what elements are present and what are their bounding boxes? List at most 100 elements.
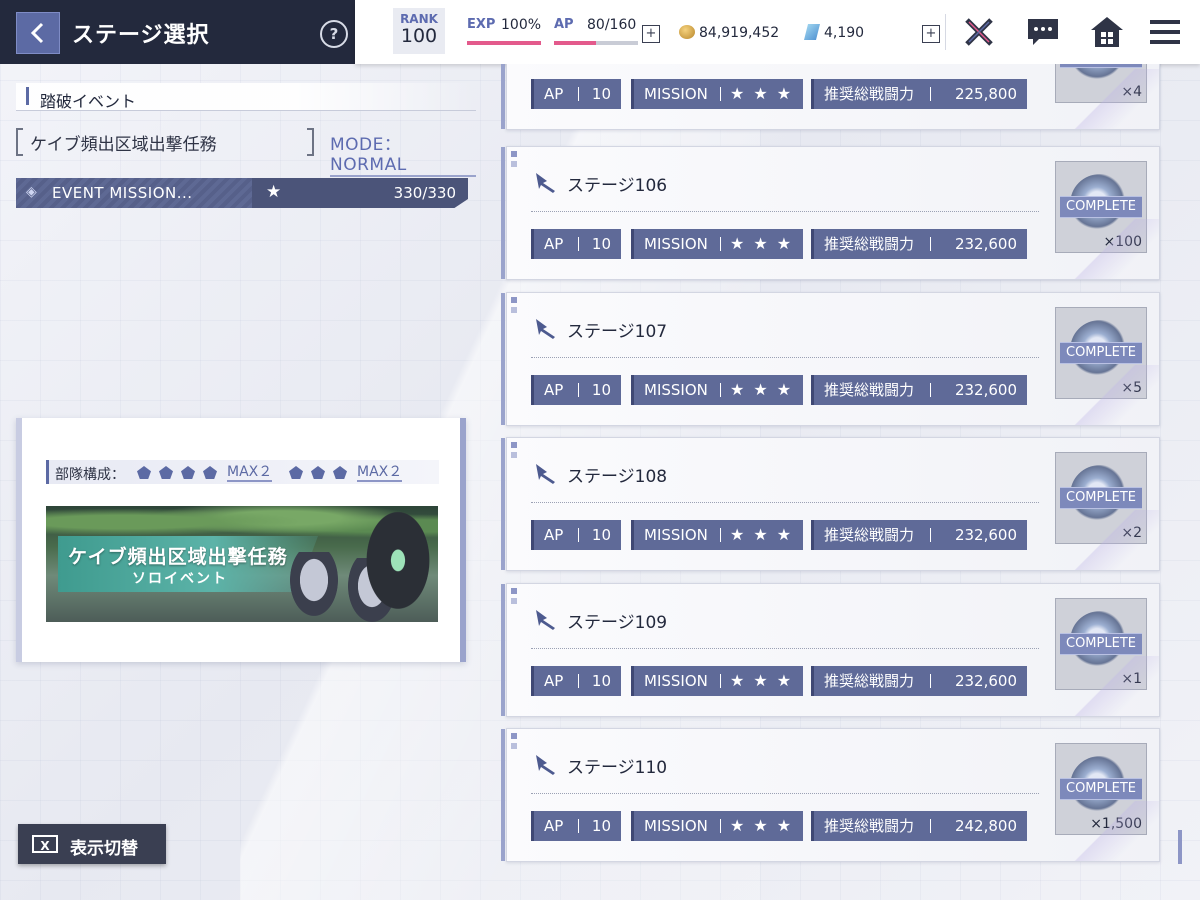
ap-cost: 10	[591, 817, 611, 835]
ap-cost: 10	[591, 526, 611, 544]
banner-title: ケイブ頻出区域出撃任務	[68, 546, 288, 568]
stage-card[interactable]: ステージ107 AP 10 MISSION ★★★ 推奨総戦闘力 232,600…	[501, 292, 1160, 426]
stage-type-icon	[536, 755, 555, 775]
recommended-power: 232,600	[954, 526, 1017, 544]
home-icon[interactable]	[1089, 14, 1125, 50]
stage-type-icon	[536, 610, 555, 630]
ap-cost: 10	[591, 672, 611, 690]
chip-separator	[578, 383, 579, 397]
gem-plus-button[interactable]: +	[922, 25, 940, 43]
ap-label: AP	[554, 17, 574, 32]
chip-separator	[720, 87, 721, 101]
chip-separator	[930, 674, 931, 688]
title-bar: ステージ選択 ?	[0, 0, 390, 64]
chat-icon[interactable]	[1025, 14, 1061, 50]
power-chip: 推奨総戦闘力 232,600	[811, 375, 1027, 405]
reward-count: ×100	[1103, 234, 1142, 250]
creature-illustration	[286, 552, 342, 622]
scrollbar[interactable]	[1178, 830, 1182, 864]
stage-name: ステージ109	[567, 613, 668, 633]
card-decoration	[511, 151, 517, 157]
reward-item[interactable]: COMPLETE ×2	[1055, 452, 1147, 544]
power-chip: 推奨総戦闘力 232,600	[811, 520, 1027, 550]
stage-name: ステージ108	[567, 467, 668, 487]
coin-icon	[679, 25, 695, 39]
coin-count: 84,919,452	[699, 25, 780, 41]
complete-badge: COMPLETE	[1060, 64, 1142, 68]
recommended-power: 232,600	[954, 672, 1017, 690]
complete-badge: COMPLETE	[1060, 196, 1142, 218]
chip-separator	[578, 87, 579, 101]
stage-type-icon	[536, 319, 555, 339]
mission-chip-label: MISSION	[644, 672, 708, 690]
stage-card[interactable]: ステージ109 AP 10 MISSION ★★★ 推奨総戦闘力 232,600…	[501, 583, 1160, 717]
power-chip: 推奨総戦闘力 225,800	[811, 79, 1027, 109]
recommended-power: 242,800	[954, 817, 1017, 835]
gem-icon	[804, 24, 820, 40]
stage-card[interactable]: ステージ110 AP 10 MISSION ★★★ 推奨総戦闘力 242,800…	[501, 728, 1160, 862]
stage-type-icon	[536, 173, 555, 193]
ap-bar-fill	[554, 41, 596, 45]
power-chip: 推奨総戦闘力 232,600	[811, 666, 1027, 696]
bracket-decoration	[16, 128, 23, 156]
reward-item[interactable]: COMPLETE ×1,500	[1055, 743, 1147, 835]
mode-selector[interactable]: MODE：NORMAL	[330, 130, 476, 177]
display-toggle-button[interactable]: X 表示切替	[18, 824, 166, 864]
power-chip-label: 推奨総戦闘力	[824, 235, 915, 253]
chip-separator	[578, 528, 579, 542]
party-max-1: MAX２	[227, 464, 273, 482]
divider	[16, 110, 476, 111]
reward-item[interactable]: COMPLETE ×100	[1055, 161, 1147, 253]
stage-name: ステージ107	[567, 322, 668, 342]
reward-item[interactable]: COMPLETE ×4	[1055, 64, 1147, 103]
battle-icon[interactable]	[961, 14, 997, 50]
mission-chip: MISSION ★★★	[631, 811, 803, 841]
ap-chip-label: AP	[544, 381, 564, 399]
complete-badge: COMPLETE	[1060, 342, 1142, 364]
menu-icon[interactable]	[1147, 14, 1183, 50]
reward-item[interactable]: COMPLETE ×1	[1055, 598, 1147, 690]
chip-separator	[578, 237, 579, 251]
stage-name: ステージ106	[567, 176, 668, 196]
reward-count: ×1	[1121, 671, 1142, 687]
ap-cost-chip: AP 10	[531, 79, 621, 109]
ap-plus-button[interactable]: +	[642, 25, 660, 43]
stage-card[interactable]: ステージ108 AP 10 MISSION ★★★ 推奨総戦闘力 232,600…	[501, 437, 1160, 571]
diamond-icon: ◈	[26, 184, 37, 200]
stage-card[interactable]: ステージ106 AP 10 MISSION ★★★ 推奨総戦闘力 232,600…	[501, 146, 1160, 280]
unit-type-icon	[289, 466, 303, 479]
dotted-divider	[531, 211, 1039, 212]
reward-count: ×5	[1121, 380, 1142, 396]
card-decoration	[511, 442, 517, 448]
card-decoration	[511, 588, 517, 594]
power-chip-label: 推奨総戦闘力	[824, 381, 915, 399]
exp-bar	[467, 41, 541, 45]
event-mission-button[interactable]: ◈ EVENT MISSION... ★ 330/330	[16, 178, 468, 208]
event-banner[interactable]: ケイブ頻出区域出撃任務 ソロイベント	[46, 506, 438, 622]
chip-separator	[720, 383, 721, 397]
ap-chip-label: AP	[544, 85, 564, 103]
ap-value: 80/160	[587, 17, 637, 33]
chip-separator	[578, 674, 579, 688]
ap-chip-label: AP	[544, 235, 564, 253]
chip-separator	[720, 819, 721, 833]
event-mission-count: 330/330	[393, 184, 456, 202]
status-bar: RANK 100 EXP 100% AP 80/160 + 84,919,452…	[355, 0, 1200, 64]
back-button[interactable]	[16, 12, 60, 54]
unit-type-icon	[203, 466, 217, 479]
help-button[interactable]: ?	[320, 20, 348, 48]
recommended-power: 232,600	[954, 235, 1017, 253]
display-toggle-label: 表示切替	[70, 839, 138, 859]
power-chip-label: 推奨総戦闘力	[824, 526, 915, 544]
stage-card[interactable]: AP 10 MISSION ★★★ 推奨総戦闘力 225,800 COMPLET…	[501, 64, 1160, 130]
boss-illustration	[358, 510, 438, 622]
card-decoration	[511, 733, 517, 739]
ap-bar	[554, 41, 638, 45]
dotted-divider	[531, 793, 1039, 794]
reward-item[interactable]: COMPLETE ×5	[1055, 307, 1147, 399]
chip-separator	[720, 674, 721, 688]
party-max-2: MAX２	[357, 464, 403, 482]
star-icon: ★	[266, 182, 282, 202]
banner-subtitle: ソロイベント	[132, 571, 228, 587]
stage-list[interactable]: AP 10 MISSION ★★★ 推奨総戦闘力 225,800 COMPLET…	[500, 64, 1190, 900]
